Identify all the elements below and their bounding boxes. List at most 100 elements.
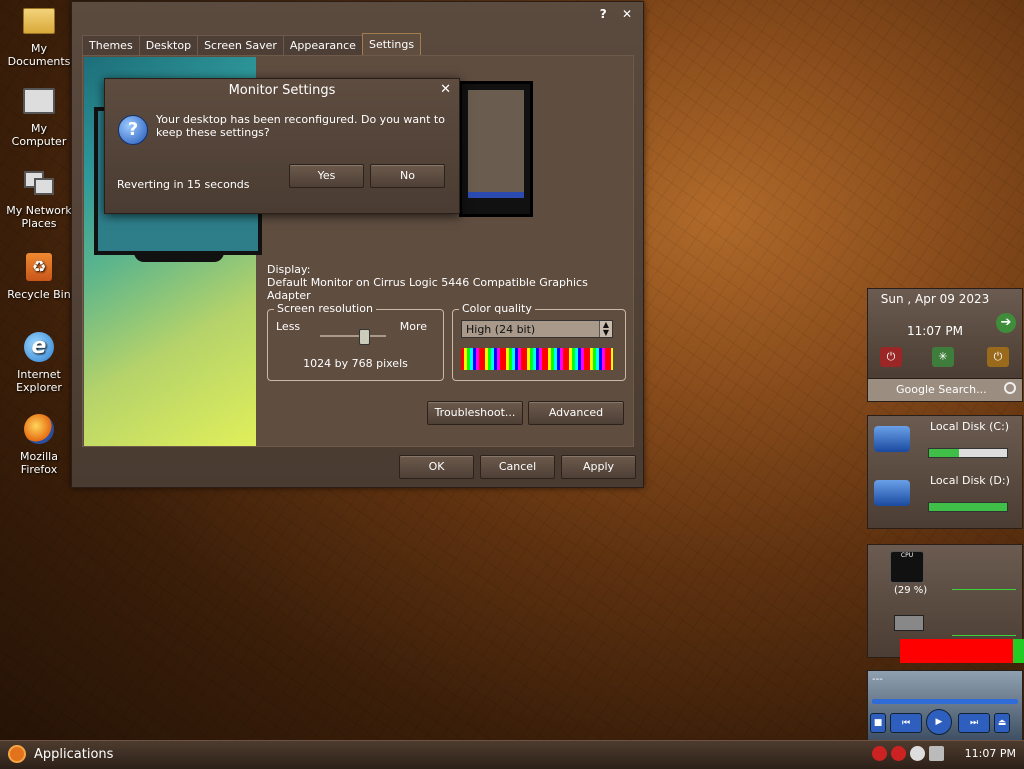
cpu-meter-gadget: CPU (29 %) [867, 544, 1024, 663]
disk-label: Local Disk (D:) [930, 474, 1010, 487]
logoff-icon[interactable]: ⏻ [987, 347, 1009, 367]
desktop-icon-internet-explorer[interactable]: e Internet Explorer [3, 330, 75, 394]
update-icon[interactable] [910, 746, 925, 761]
tab-screen-saver[interactable]: Screen Saver [197, 35, 284, 55]
desktop-icon-label: Mozilla Firefox [20, 450, 58, 476]
tab-appearance[interactable]: Appearance [282, 35, 363, 55]
display-value: Default Monitor on Cirrus Logic 5446 Com… [267, 276, 588, 302]
secondary-monitor-icon[interactable] [459, 81, 533, 217]
chevron-updown-icon[interactable]: ▲ ▼ [599, 321, 612, 337]
apply-button[interactable]: Apply [561, 455, 636, 479]
disk-usage-bar [928, 502, 1008, 512]
memory-chip-icon [894, 615, 924, 631]
google-search-gadget[interactable]: Google Search... [867, 378, 1023, 402]
yes-button[interactable]: Yes [289, 164, 364, 188]
display-properties-window: ? ✕ Themes Desktop Screen Saver Appearan… [71, 1, 644, 488]
network-icon [22, 166, 56, 200]
dialog-close-icon[interactable]: ✕ [440, 82, 451, 97]
desktop-icon-my-computer[interactable]: My Computer [3, 84, 75, 148]
drive-icon [874, 426, 910, 452]
desktop-icon-mozilla-firefox[interactable]: Mozilla Firefox [3, 412, 75, 476]
close-circle-icon[interactable] [891, 746, 906, 761]
ubuntu-logo-icon [8, 745, 26, 763]
dialog-title: Monitor Settings [228, 83, 336, 98]
next-icon[interactable]: ⏭ [958, 713, 990, 733]
search-icon[interactable] [1004, 382, 1016, 394]
resolution-slider-thumb[interactable] [358, 329, 370, 345]
question-icon: ? [118, 115, 148, 145]
tab-desktop[interactable]: Desktop [138, 35, 199, 55]
troubleshoot-button[interactable]: Troubleshoot... [427, 401, 523, 425]
play-icon[interactable]: ▶ [926, 709, 952, 735]
media-player-gadget: --- ■ ⏮ ▶ ⏭ ⏏ [867, 670, 1023, 742]
color-quality-select[interactable]: High (24 bit) ▲ ▼ [461, 320, 613, 338]
drive-icon [874, 480, 910, 506]
desktop-icon-my-documents[interactable]: My Documents [3, 4, 75, 68]
window-controls: ? ✕ [591, 7, 635, 21]
power-off-icon[interactable]: ⏻ [880, 347, 902, 367]
resolution-less-label: Less [276, 320, 301, 333]
display-tray-icon[interactable] [929, 746, 944, 761]
computer-icon [22, 84, 56, 118]
disk-label: Local Disk (C:) [930, 420, 1010, 433]
clock-time: 11:07 PM [907, 324, 963, 338]
desktop-icon-label: Internet Explorer [16, 368, 62, 394]
resolution-slider-track[interactable] [320, 335, 386, 337]
close-button[interactable]: ✕ [619, 7, 635, 21]
desktop-icon-my-network-places[interactable]: My Network Places [3, 166, 75, 230]
cpu-percent: (29 %) [894, 585, 928, 596]
color-quality-value: High (24 bit) [466, 323, 536, 336]
resolution-value: 1024 by 768 pixels [303, 357, 408, 370]
cpu-graph [952, 565, 1016, 590]
recycle-bin-icon: ♻ [22, 250, 56, 284]
taskbar-clock[interactable]: 11:07 PM [965, 747, 1016, 760]
clock-gadget: Sun , Apr 09 2023 ➔ 11:07 PM ⏻ ✳ ⏻ [867, 288, 1023, 380]
resolution-more-label: More [399, 320, 427, 333]
display-label: Display: [267, 263, 311, 276]
clock-date: Sun , Apr 09 2023 [880, 292, 990, 306]
restart-icon[interactable]: ✳ [932, 347, 954, 367]
applications-menu-button[interactable]: Applications [8, 745, 113, 763]
screen-resolution-group: Screen resolution Less More 1024 by 768 … [267, 302, 444, 381]
tab-settings[interactable]: Settings [361, 33, 422, 55]
internet-explorer-icon: e [22, 330, 56, 364]
help-button[interactable]: ? [595, 7, 611, 21]
revert-countdown: Reverting in 15 seconds [117, 178, 250, 191]
folder-icon [22, 4, 56, 38]
eject-icon[interactable]: ⏏ [994, 713, 1010, 733]
desktop-icon-label: Recycle Bin [7, 288, 71, 301]
ok-button[interactable]: OK [399, 455, 474, 479]
desktop-icon-label: My Network Places [6, 204, 72, 230]
display-info: Display: Default Monitor on Cirrus Logic… [267, 263, 633, 302]
disk-gadget: Local Disk (C:) Local Disk (D:) [867, 415, 1023, 529]
advanced-button[interactable]: Advanced [528, 401, 624, 425]
desktop-icon-label: My Computer [11, 122, 67, 148]
memory-usage-bar [900, 639, 1013, 663]
color-quality-title: Color quality [459, 302, 535, 315]
color-spectrum-preview [461, 348, 613, 370]
disk-usage-bar [928, 448, 1008, 458]
cpu-gauge-icon: CPU [890, 551, 924, 583]
cancel-button[interactable]: Cancel [480, 455, 555, 479]
previous-icon[interactable]: ⏮ [890, 713, 922, 733]
monitor-settings-dialog: Monitor Settings ✕ ? Your desktop has be… [104, 78, 460, 214]
tab-bar: Themes Desktop Screen Saver Appearance S… [82, 33, 422, 55]
no-network-icon[interactable] [872, 746, 887, 761]
memory-graph [952, 611, 1016, 636]
applications-label: Applications [34, 746, 114, 762]
color-quality-group: Color quality High (24 bit) ▲ ▼ [452, 302, 626, 381]
media-progress-bar[interactable] [872, 699, 1018, 704]
disk-row-c: Local Disk (C:) [868, 416, 1022, 468]
disk-row-d: Local Disk (D:) [868, 470, 1022, 522]
media-title: --- [872, 674, 883, 685]
stop-icon[interactable]: ■ [870, 713, 886, 733]
desktop-icon-label: My Documents [7, 42, 71, 68]
no-button[interactable]: No [370, 164, 445, 188]
monitor-stand [134, 252, 224, 262]
search-input[interactable]: Google Search... [896, 383, 987, 396]
dialog-message: Your desktop has been reconfigured. Do y… [156, 113, 445, 139]
firefox-icon [22, 412, 56, 446]
taskbar: Applications 11:07 PM [0, 740, 1024, 769]
desktop-icon-recycle-bin[interactable]: ♻ Recycle Bin [3, 250, 75, 301]
tab-themes[interactable]: Themes [82, 35, 140, 55]
